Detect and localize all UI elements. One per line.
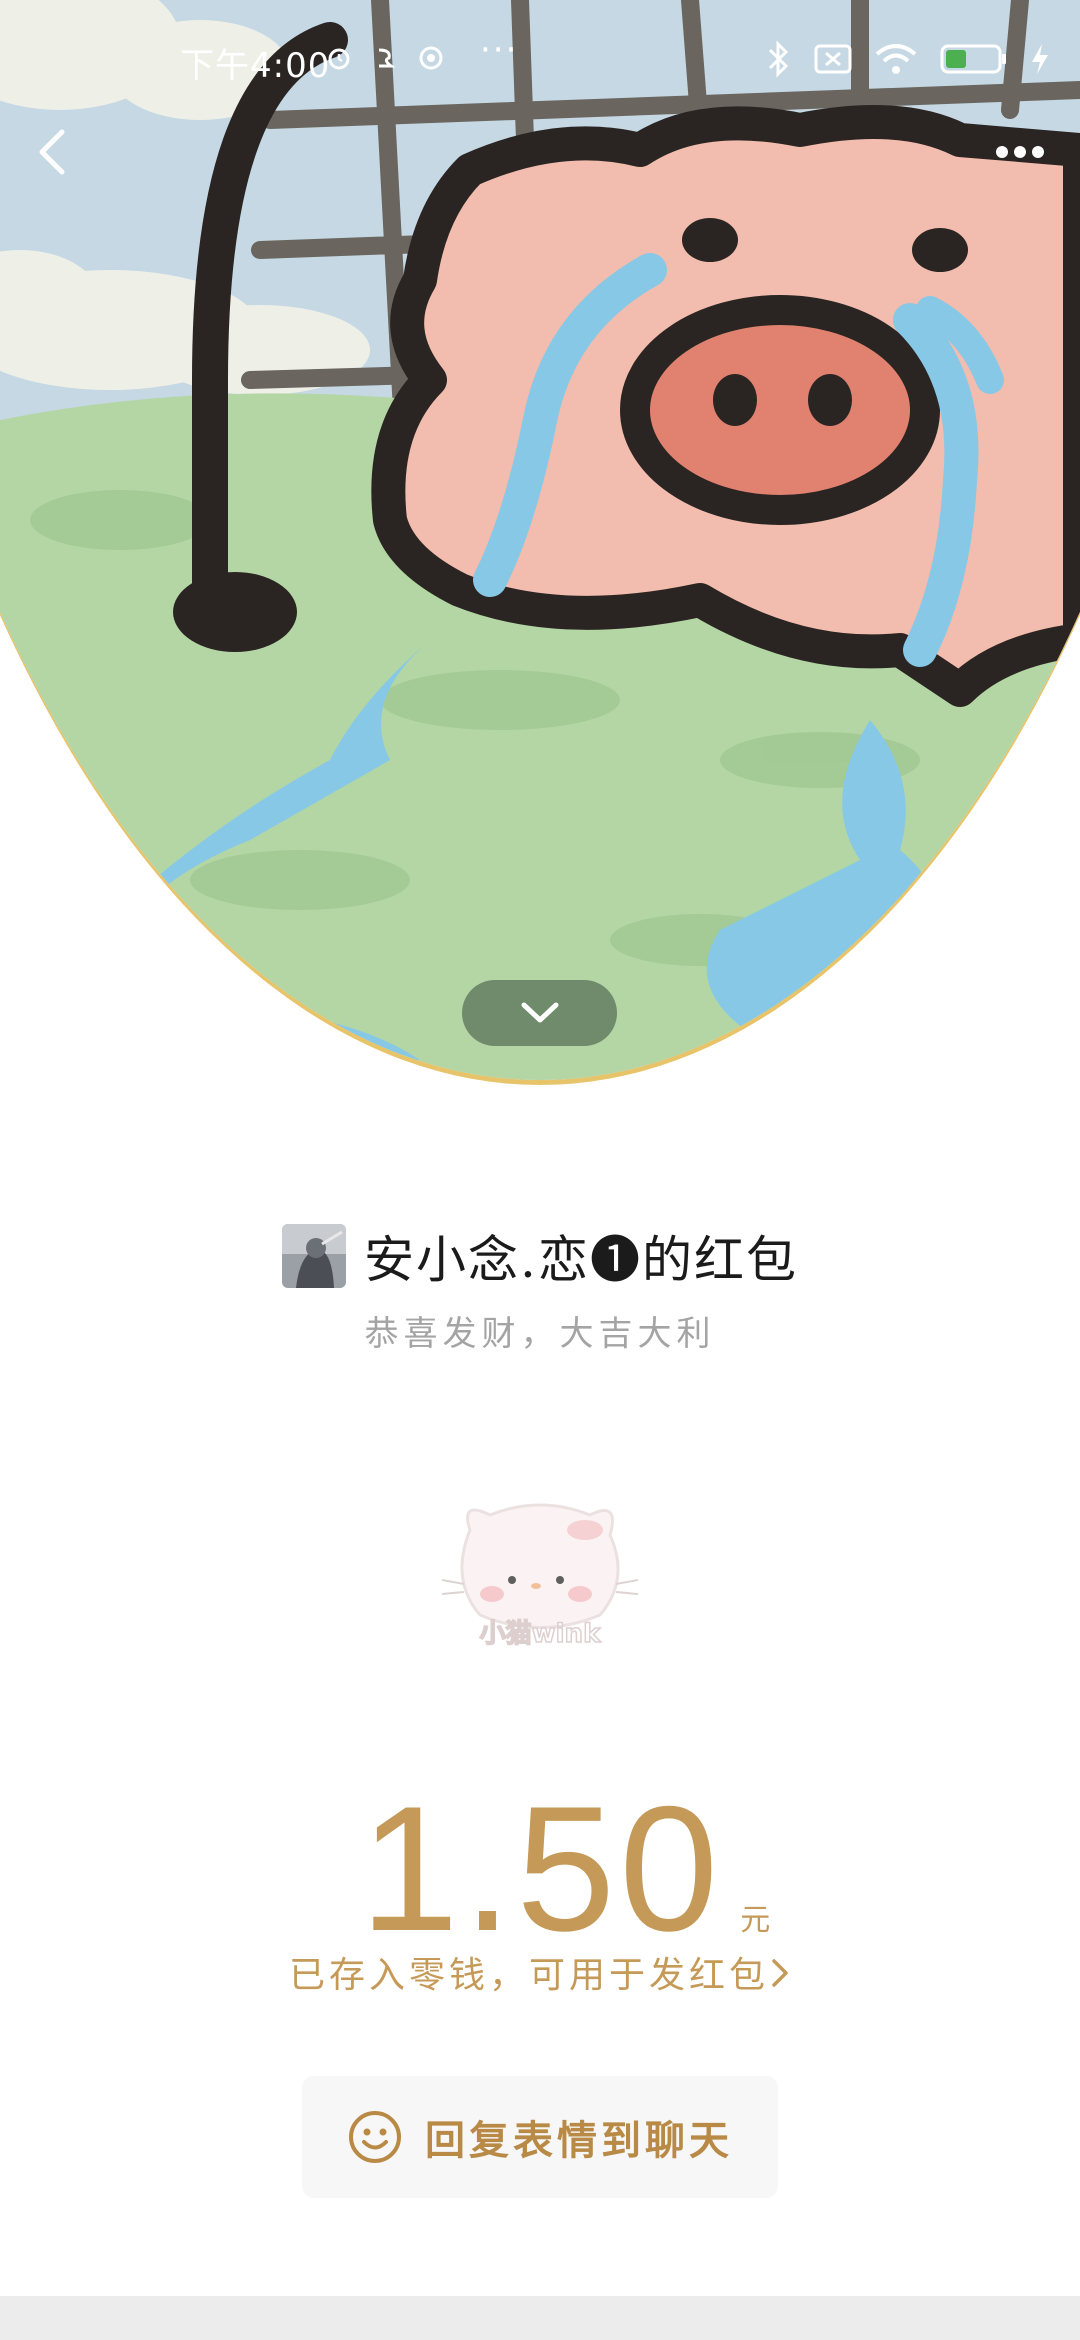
amount-unit: 元 [740,1903,771,1938]
status-more-icon: ··· [480,30,519,70]
amount-row: 1.50 元 [0,1780,1080,1958]
more-options-button[interactable] [984,125,1056,179]
bottom-divider-strip [0,2296,1080,2340]
target-notification-icon [417,44,445,72]
sender-avatar[interactable] [282,1224,347,1288]
sender-title: 安小念.恋❶的红包 [364,1231,798,1289]
app-notification-icon [371,44,399,72]
back-button[interactable] [24,120,88,184]
reply-sticker-button[interactable]: 回复表情到聊天 [302,2076,778,2198]
blessing-text: 恭喜发财，大吉大利 [364,1314,716,1354]
red-packet-detail-screen: 下午4:00 ··· 安小念.恋❶的红包 恭喜发财，大吉大利 小猫wink 1.… [0,0,1080,2340]
reply-button-label: 回复表情到聊天 [425,2118,733,2164]
smiley-icon [349,2111,401,2163]
status-time: 下午4:00 [180,46,331,86]
sim-disabled-icon [814,44,852,78]
battery-icon [940,43,1008,79]
alarm-clock-icon [325,44,353,72]
bluetooth-icon [766,40,792,82]
charging-bolt-icon [1030,42,1050,80]
crying-pig-illustration [0,0,1080,1080]
sticker-label: 小猫wink [480,1619,601,1649]
status-system-icons [766,40,1050,82]
chevron-down-icon [521,1002,558,1023]
cat-wink-sticker: 小猫wink [441,1503,639,1650]
chevron-right-icon [769,1955,791,2000]
cover-image [0,0,1080,1085]
chevron-left-icon [39,129,65,175]
more-horizontal-icon [996,146,1044,158]
wallet-balance-link[interactable]: 已存入零钱，可用于发红包 [0,1946,1080,2000]
wifi-icon [874,42,918,80]
collapse-cover-button[interactable] [462,980,617,1046]
status-notification-icons [325,44,445,72]
status-bar: 下午4:00 ··· [0,0,1080,120]
wallet-note-text: 已存入零钱，可用于发红包 [288,1955,769,1996]
sender-row: 安小念.恋❶的红包 [0,1220,1080,1292]
amount-value: 1.50 [359,1769,723,1968]
